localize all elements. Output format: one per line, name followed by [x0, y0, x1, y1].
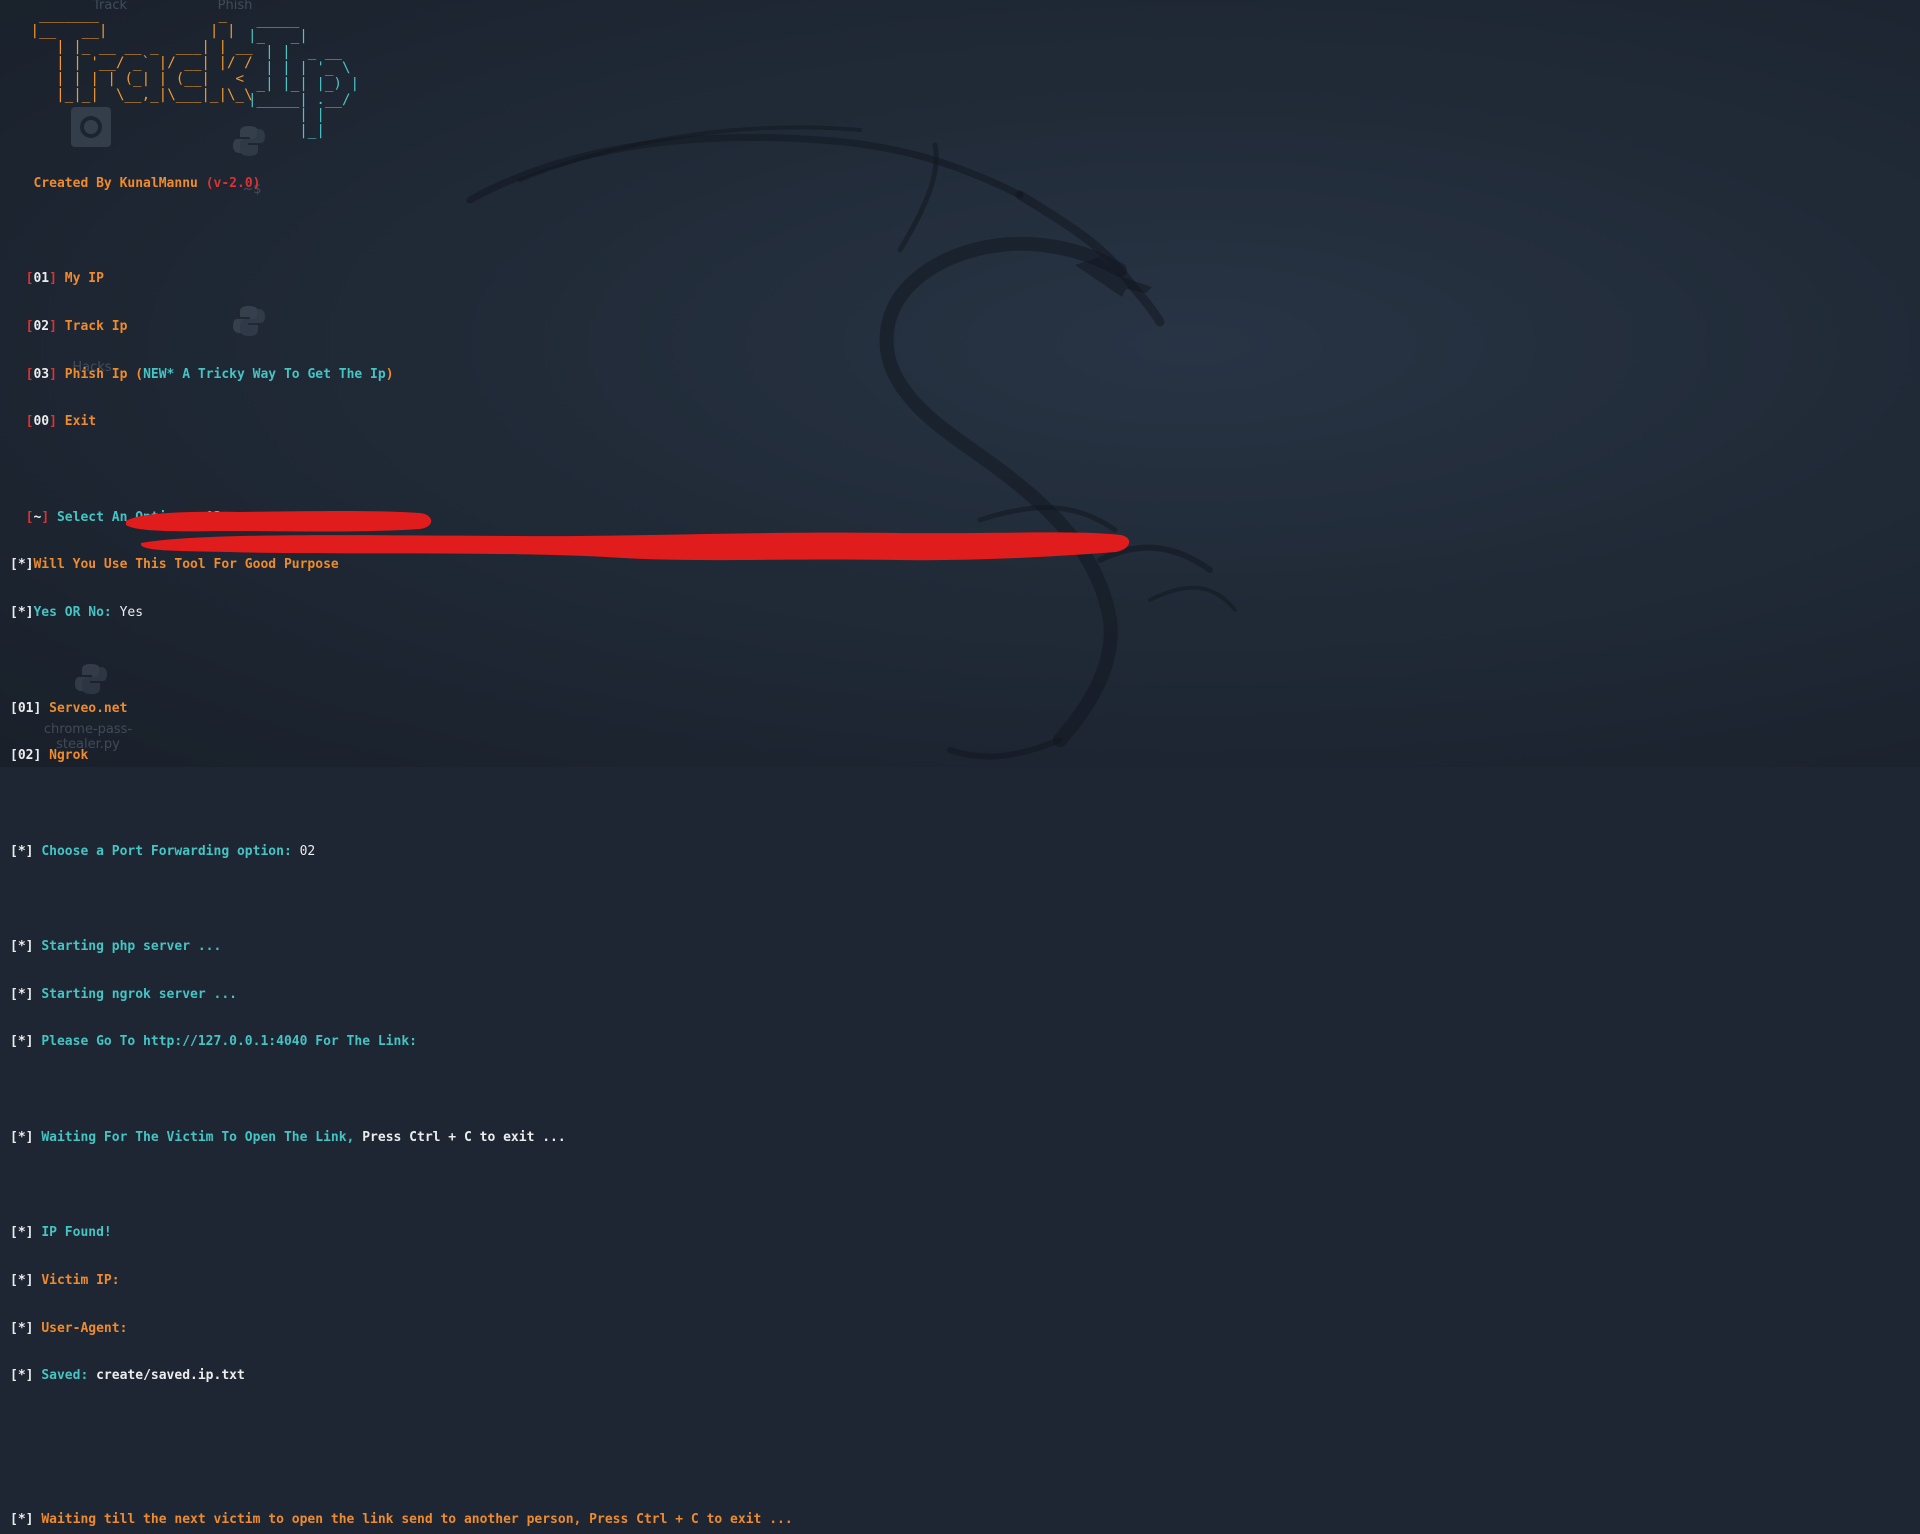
- forwarding-option-ngrok: [02] Ngrok: [10, 748, 89, 764]
- status-link: [*] Please Go To http://127.0.0.1:4040 F…: [10, 1034, 417, 1050]
- choose-forwarding-prompt: [*] Choose a Port Forwarding option: 02: [10, 843, 316, 859]
- ascii-banner-ip: _____ |_ _| | | _ __ | | | '_ \ _| |_| |…: [248, 12, 360, 140]
- status-user-agent: [*] User-Agent:: [10, 1320, 128, 1336]
- saved-path: create/saved.ip.txt: [96, 1368, 245, 1384]
- menu-item-exit: [00] Exit: [25, 414, 97, 430]
- status-ngrok: [*] Starting ngrok server ...: [10, 986, 237, 1002]
- menu-item-phish-ip: [03] Phish Ip (NEW* A Tricky Way To Get …: [25, 366, 394, 382]
- choose-forwarding-value: 02: [299, 843, 316, 859]
- status-victim-ip: [*] Victim IP:: [10, 1272, 120, 1288]
- redaction-user-agent: [141, 532, 1130, 561]
- version-text: (v-2.0): [205, 175, 261, 191]
- menu-label: Exit: [64, 414, 97, 430]
- forwarding-option-serveo: [01] Serveo.net: [10, 700, 128, 716]
- ascii-banner: _______ _ |__ __| | | | |_ __ __ _ ___| …: [22, 7, 253, 103]
- menu-note: NEW* A Tricky Way To Get The Ip: [143, 366, 386, 382]
- status-next-victim: [*] Waiting till the next victim to open…: [10, 1511, 793, 1527]
- menu-label: My IP: [64, 271, 104, 287]
- ascii-ip-logo: _____ |_ _| | | _ __ | | | '_ \ _| |_| |…: [248, 12, 360, 140]
- menu-label: Track Ip: [64, 318, 128, 334]
- status-saved: [*] Saved: create/saved.ip.txt: [10, 1368, 245, 1384]
- terminal-output: Created By KunalMannu (v-2.0) [01] My IP…: [10, 144, 793, 1534]
- yes-no-answer: Yes: [119, 605, 144, 621]
- menu-item-track-ip: [02] Track Ip: [25, 318, 128, 334]
- ascii-track-logo: _______ _ |__ __| | | | |_ __ __ _ ___| …: [30, 7, 253, 103]
- menu-label: Phish Ip: [64, 366, 128, 382]
- menu-item-my-ip: [01] My IP: [25, 271, 104, 287]
- credit-line: Created By KunalMannu (v-2.0): [10, 176, 793, 192]
- status-php: [*] Starting php server ...: [10, 939, 222, 955]
- status-waiting: [*] Waiting For The Victim To Open The L…: [10, 1129, 566, 1145]
- status-ip-found: [*] IP Found!: [10, 1225, 112, 1241]
- yes-no-prompt: [*]Yes OR No: Yes: [10, 605, 144, 621]
- credit-text: Created By KunalMannu: [33, 175, 198, 191]
